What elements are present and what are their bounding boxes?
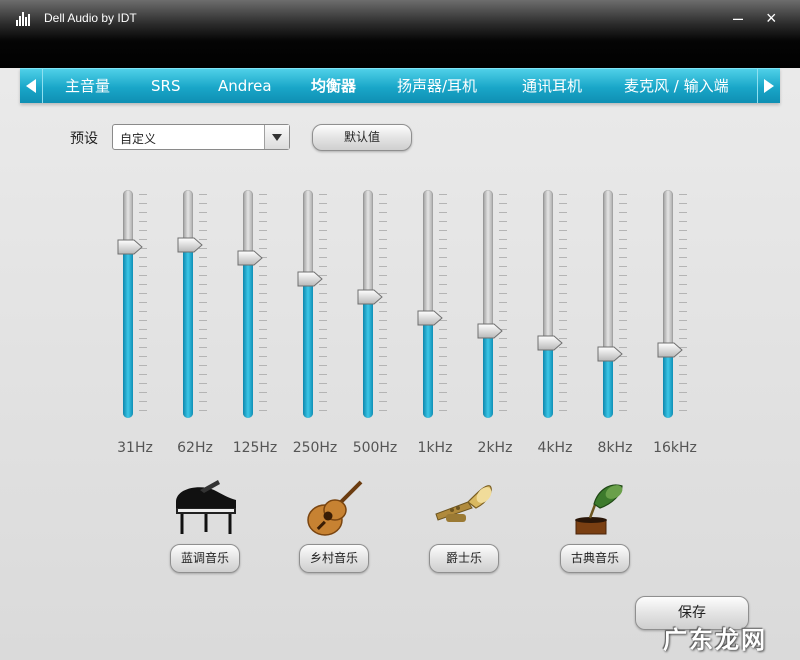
slider-track[interactable] [663, 190, 673, 418]
band-frequency-label: 4kHz [537, 440, 573, 456]
tab-microphone-input[interactable]: 麦克风 / 输入端 [624, 69, 729, 103]
band-frequency-label: 2kHz [477, 440, 513, 456]
blues-preset-button[interactable]: 蓝调音乐 [170, 544, 240, 573]
eq-band: 8kHz [595, 190, 655, 470]
default-button[interactable]: 默认值 [312, 124, 412, 151]
equalizer-app-icon [16, 10, 32, 26]
band-frequency-label: 16kHz [653, 440, 697, 456]
slider-fill [243, 258, 253, 418]
tab-equalizer[interactable]: 均衡器 [311, 69, 356, 103]
title-bar: Dell Audio by IDT – × [0, 0, 800, 68]
tab-speakers-headphones[interactable]: 扬声器/耳机 [397, 69, 477, 103]
slider-thumb[interactable] [177, 237, 203, 253]
eq-band: 62Hz [175, 190, 235, 470]
slider-thumb[interactable] [597, 346, 623, 362]
scroll-left-arrow-icon[interactable] [20, 69, 43, 103]
slider-fill [603, 354, 613, 418]
slider-fill [423, 318, 433, 418]
slider-ticks [499, 194, 507, 414]
jazz-preset-button[interactable]: 爵士乐 [429, 544, 499, 573]
slider-fill [303, 279, 313, 418]
slider-fill [183, 245, 193, 418]
preset-dropdown[interactable]: 自定义 [112, 124, 290, 150]
band-frequency-label: 125Hz [232, 440, 278, 456]
eq-band: 500Hz [353, 190, 415, 470]
slider-fill [663, 350, 673, 418]
slider-ticks [259, 194, 267, 414]
slider-fill [483, 331, 493, 418]
slider-ticks [559, 194, 567, 414]
slider-thumb[interactable] [537, 335, 563, 351]
grand-piano-icon [176, 480, 236, 534]
band-frequency-label: 62Hz [177, 440, 213, 456]
slider-track[interactable] [123, 190, 133, 418]
slider-thumb[interactable] [117, 239, 143, 255]
eq-band: 1kHz [415, 190, 475, 470]
app-window: Dell Audio by IDT – × 主音量 SRS Andrea 均衡器… [0, 0, 800, 660]
preset-selected-value: 自定义 [120, 132, 157, 146]
band-frequency-label: 8kHz [597, 440, 633, 456]
slider-ticks [439, 194, 447, 414]
scroll-right-arrow-icon[interactable] [757, 69, 780, 103]
slider-thumb[interactable] [477, 323, 503, 339]
trumpet-icon [435, 485, 492, 522]
slider-track[interactable] [243, 190, 253, 418]
save-button[interactable]: 保存 [635, 596, 749, 630]
slider-track[interactable] [303, 190, 313, 418]
eq-band: 4kHz [535, 190, 595, 470]
slider-ticks [679, 194, 687, 414]
band-frequency-label: 31Hz [117, 440, 153, 456]
close-button[interactable]: × [766, 8, 777, 29]
slider-ticks [139, 194, 147, 414]
eq-band: 16kHz [653, 190, 715, 470]
slider-track[interactable] [183, 190, 193, 418]
slider-ticks [619, 194, 627, 414]
slider-thumb[interactable] [357, 289, 383, 305]
tab-strip: 主音量 SRS Andrea 均衡器 扬声器/耳机 通讯耳机 麦克风 / 输入端 [20, 68, 780, 103]
gramophone-icon [575, 484, 623, 535]
slider-track[interactable] [423, 190, 433, 418]
slider-fill [543, 343, 553, 418]
tab-headset[interactable]: 通讯耳机 [522, 69, 582, 103]
eq-band: 250Hz [293, 190, 355, 470]
slider-track[interactable] [543, 190, 553, 418]
slider-track[interactable] [483, 190, 493, 418]
acoustic-guitar-icon [307, 480, 363, 536]
slider-ticks [199, 194, 207, 414]
minimize-button[interactable]: – [733, 8, 743, 29]
slider-fill [363, 297, 373, 418]
slider-thumb[interactable] [657, 342, 683, 358]
eq-band: 125Hz [233, 190, 295, 470]
slider-thumb[interactable] [417, 310, 443, 326]
window-title: Dell Audio by IDT [44, 11, 137, 25]
band-frequency-label: 250Hz [292, 440, 338, 456]
eq-band: 2kHz [475, 190, 535, 470]
tab-andrea[interactable]: Andrea [218, 69, 272, 103]
preset-label: 预设 [70, 131, 98, 147]
slider-fill [123, 247, 133, 418]
tab-master-volume[interactable]: 主音量 [65, 69, 110, 103]
classical-preset-button[interactable]: 古典音乐 [560, 544, 630, 573]
band-frequency-label: 500Hz [352, 440, 398, 456]
country-preset-button[interactable]: 乡村音乐 [299, 544, 369, 573]
tab-srs[interactable]: SRS [151, 69, 180, 103]
band-frequency-label: 1kHz [417, 440, 453, 456]
slider-thumb[interactable] [237, 250, 263, 266]
slider-track[interactable] [603, 190, 613, 418]
slider-thumb[interactable] [297, 271, 323, 287]
slider-ticks [319, 194, 327, 414]
chevron-down-icon[interactable] [264, 125, 289, 149]
eq-band: 31Hz [115, 190, 175, 470]
